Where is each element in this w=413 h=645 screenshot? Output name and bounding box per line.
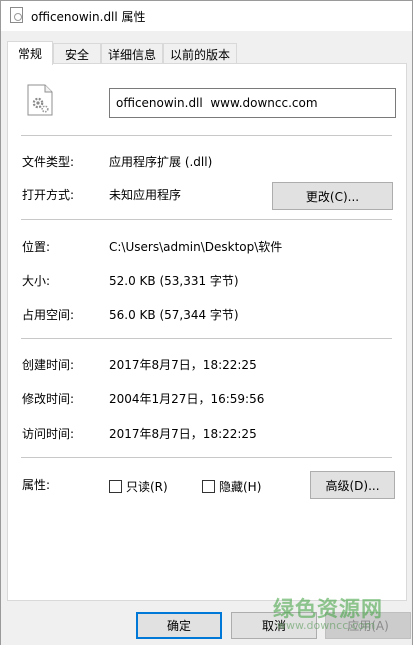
accessed-label: 访问时间: xyxy=(22,427,75,441)
window-title: officenowin.dll 属性 xyxy=(31,10,146,24)
readonly-label: 只读(R) xyxy=(126,480,168,494)
opens-with-value: 未知应用程序 xyxy=(109,188,182,202)
separator xyxy=(21,219,392,220)
title-bar: officenowin.dll 属性 xyxy=(1,1,412,31)
properties-window: officenowin.dll 属性 常规 安全 详细信息 以前的版本 文件类型… xyxy=(0,0,413,645)
separator xyxy=(21,338,392,339)
location-label: 位置: xyxy=(22,240,51,254)
created-value: 2017年8月7日，18:22:25 xyxy=(109,358,257,372)
dll-file-icon xyxy=(10,7,23,23)
separator xyxy=(21,457,392,458)
modified-label: 修改时间: xyxy=(22,392,75,406)
separator xyxy=(21,135,392,136)
cancel-button[interactable]: 取消 xyxy=(231,612,317,639)
file-type-label: 文件类型: xyxy=(22,155,75,169)
tab-security[interactable]: 安全 xyxy=(53,43,101,64)
file-type-value: 应用程序扩展 (.dll) xyxy=(109,155,213,169)
tab-details[interactable]: 详细信息 xyxy=(101,43,163,64)
opens-with-label: 打开方式: xyxy=(22,188,75,202)
size-label: 大小: xyxy=(22,274,51,288)
accessed-value: 2017年8月7日，18:22:25 xyxy=(109,427,257,441)
location-value: C:\Users\admin\Desktop\软件 xyxy=(109,240,283,254)
size-on-disk-label: 占用空间: xyxy=(22,308,75,322)
checkbox-box[interactable] xyxy=(109,480,122,493)
tab-strip: 常规 安全 详细信息 以前的版本 xyxy=(7,41,407,65)
readonly-checkbox[interactable]: 只读(R) xyxy=(109,478,168,495)
advanced-button[interactable]: 高级(D)... xyxy=(310,471,395,499)
dll-file-gear-icon xyxy=(27,84,53,116)
general-panel: 文件类型: 应用程序扩展 (.dll) 打开方式: 未知应用程序 更改(C)..… xyxy=(7,63,407,601)
created-label: 创建时间: xyxy=(22,358,75,372)
tab-general[interactable]: 常规 xyxy=(7,41,53,65)
hidden-checkbox[interactable]: 隐藏(H) xyxy=(202,478,261,495)
checkbox-box[interactable] xyxy=(202,480,215,493)
modified-value: 2004年1月27日，16:59:56 xyxy=(109,392,265,406)
size-value: 52.0 KB (53,331 字节) xyxy=(109,274,239,288)
file-name-input[interactable] xyxy=(109,88,396,118)
attributes-label: 属性: xyxy=(22,478,51,492)
hidden-label: 隐藏(H) xyxy=(219,480,262,494)
apply-button[interactable]: 应用(A) xyxy=(325,612,411,639)
change-button[interactable]: 更改(C)... xyxy=(272,182,393,210)
size-on-disk-value: 56.0 KB (57,344 字节) xyxy=(109,308,239,322)
tab-previous-versions[interactable]: 以前的版本 xyxy=(163,43,237,64)
ok-button[interactable]: 确定 xyxy=(136,612,222,639)
